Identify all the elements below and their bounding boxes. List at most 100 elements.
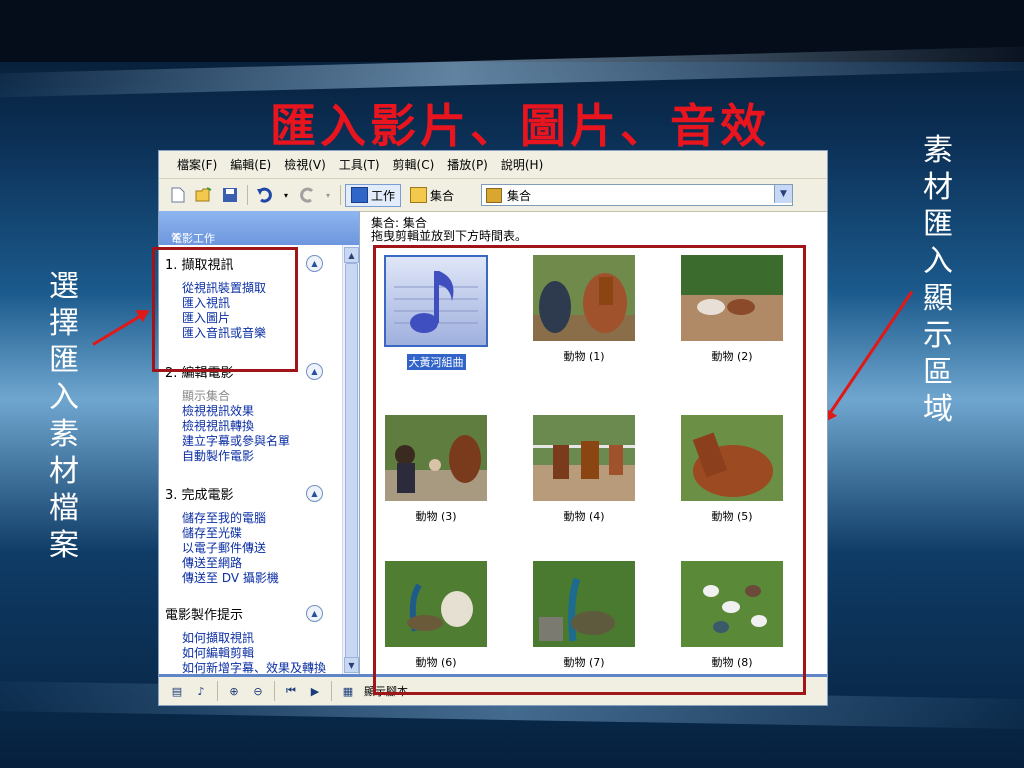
clip-thumbnail bbox=[533, 255, 635, 341]
link-import-pictures[interactable]: 匯入圖片 bbox=[182, 311, 335, 326]
timeline-icon[interactable]: ▤ bbox=[170, 684, 184, 698]
undo-dropdown-icon[interactable]: ▾ bbox=[282, 186, 290, 204]
new-file-icon[interactable] bbox=[169, 186, 187, 204]
movie-maker-window: 檔案(F) 編輯(E) 檢視(V) 工具(T) 剪輯(C) 播放(P) 說明(H… bbox=[158, 150, 828, 706]
chevron-up-icon[interactable]: ▲ bbox=[306, 604, 323, 622]
chevron-up-icon[interactable]: ▲ bbox=[306, 254, 323, 272]
menu-help[interactable]: 說明(H) bbox=[501, 156, 543, 173]
toolbar-divider bbox=[340, 185, 341, 205]
collection-select[interactable]: 集合 ▼ bbox=[481, 184, 793, 206]
clip-thumbnail bbox=[681, 415, 783, 501]
movie-tasks-pane: 電影工作 × 1. 擷取視訊 ▲ 從視訊裝置擷取 匯入視訊 匯入圖片 匯入音訊或音… bbox=[159, 211, 360, 675]
undo-icon[interactable] bbox=[256, 186, 274, 204]
collection-hint: 拖曳剪輯並放到下方時間表。 bbox=[371, 229, 528, 243]
link-automovie[interactable]: 自動製作電影 bbox=[182, 449, 335, 464]
show-storyboard-button[interactable]: 顯示腳本 bbox=[364, 683, 408, 699]
scroll-down-icon[interactable]: ▼ bbox=[344, 657, 359, 673]
menu-play[interactable]: 播放(P) bbox=[447, 156, 488, 173]
play-icon[interactable]: ▶ bbox=[308, 684, 322, 698]
section-edit: 2. 編輯電影 ▲ 顯示集合 檢視視訊效果 檢視視訊轉換 建立字幕或參與名單 自動… bbox=[165, 361, 335, 464]
link-save-computer[interactable]: 儲存至我的電腦 bbox=[182, 511, 335, 526]
close-icon[interactable]: × bbox=[171, 229, 349, 243]
scroll-up-icon[interactable]: ▲ bbox=[344, 247, 359, 263]
section-tips: 電影製作提示 ▲ 如何擷取視訊 如何編輯剪輯 如何新增字幕、效果及轉換 bbox=[165, 603, 335, 675]
audio-clip-thumbnail bbox=[384, 255, 488, 347]
clip-thumbnail bbox=[533, 415, 635, 501]
clip-item[interactable]: 動物 (1) bbox=[529, 255, 639, 364]
link-how-edit[interactable]: 如何編輯剪輯 bbox=[182, 646, 335, 661]
zoom-in-icon[interactable]: ⊕ bbox=[227, 684, 241, 698]
section-title: 2. 編輯電影 bbox=[165, 365, 234, 381]
left-annotation: 選擇匯入素材檔案 bbox=[49, 269, 79, 563]
toolbar: ▾ ▾ 工作 集合 集合 ▼ bbox=[159, 179, 827, 212]
menu-bar: 檔案(F) 編輯(E) 檢視(V) 工具(T) 剪輯(C) 播放(P) 說明(H… bbox=[159, 151, 827, 179]
storyboard-bar: ▤ ♪ ⊕ ⊖ ⏮ ▶ ▦ 顯示腳本 bbox=[159, 674, 827, 705]
clip-label: 動物 (6) bbox=[415, 656, 457, 669]
menu-clip[interactable]: 剪輯(C) bbox=[393, 156, 435, 173]
link-send-email[interactable]: 以電子郵件傳送 bbox=[182, 541, 335, 556]
right-annotation: 素材匯入顯示區域 bbox=[923, 133, 953, 427]
collection-icon bbox=[486, 187, 502, 203]
section-title: 電影製作提示 bbox=[165, 607, 244, 623]
clip-label: 動物 (3) bbox=[415, 510, 457, 523]
open-folder-icon[interactable] bbox=[195, 186, 213, 204]
clip-item[interactable]: 動物 (7) bbox=[529, 561, 639, 670]
link-how-add-titles[interactable]: 如何新增字幕、效果及轉換 bbox=[182, 661, 335, 675]
chevron-down-icon[interactable]: ▼ bbox=[774, 185, 792, 203]
clip-thumbnail bbox=[533, 561, 635, 647]
clip-thumbnail bbox=[385, 561, 487, 647]
section-title: 3. 完成電影 bbox=[165, 487, 234, 503]
link-send-web[interactable]: 傳送至網路 bbox=[182, 556, 335, 571]
rewind-icon[interactable]: ⏮ bbox=[284, 684, 298, 698]
clip-label: 動物 (1) bbox=[563, 350, 605, 363]
clip-thumbnail bbox=[681, 561, 783, 647]
menu-tools[interactable]: 工具(T) bbox=[339, 156, 380, 173]
collections-button[interactable]: 集合 bbox=[404, 184, 460, 207]
zoom-out-icon[interactable]: ⊖ bbox=[251, 684, 265, 698]
toolbar-divider bbox=[247, 185, 248, 205]
set-audio-icon[interactable]: ♪ bbox=[194, 684, 208, 698]
clip-item[interactable]: 動物 (2) bbox=[677, 255, 787, 364]
clip-thumbnail bbox=[385, 415, 487, 501]
tasks-button[interactable]: 工作 bbox=[345, 183, 402, 207]
clip-item[interactable]: 大黃河組曲 bbox=[381, 255, 491, 370]
redo-dropdown-icon[interactable]: ▾ bbox=[324, 186, 332, 204]
chevron-up-icon[interactable]: ▲ bbox=[306, 362, 323, 380]
menu-view[interactable]: 檢視(V) bbox=[284, 156, 326, 173]
link-import-video[interactable]: 匯入視訊 bbox=[182, 296, 335, 311]
clip-item[interactable]: 動物 (6) bbox=[381, 561, 491, 670]
clip-item[interactable]: 動物 (5) bbox=[677, 415, 787, 524]
clip-item[interactable]: 動物 (8) bbox=[677, 561, 787, 670]
clip-item[interactable]: 動物 (3) bbox=[381, 415, 491, 524]
link-how-capture[interactable]: 如何擷取視訊 bbox=[182, 631, 335, 646]
link-video-effects[interactable]: 檢視視訊效果 bbox=[182, 404, 335, 419]
toolbar-divider bbox=[331, 681, 332, 701]
clip-label: 大黃河組曲 bbox=[406, 354, 466, 370]
clip-label: 動物 (8) bbox=[711, 656, 753, 669]
clip-thumbnail bbox=[681, 255, 783, 341]
link-titles-credits[interactable]: 建立字幕或參與名單 bbox=[182, 434, 335, 449]
link-show-collections[interactable]: 顯示集合 bbox=[182, 389, 335, 404]
link-capture-device[interactable]: 從視訊裝置擷取 bbox=[182, 281, 335, 296]
clip-label: 動物 (5) bbox=[711, 510, 753, 523]
link-save-cd[interactable]: 儲存至光碟 bbox=[182, 526, 335, 541]
scroll-thumb[interactable] bbox=[345, 263, 358, 665]
link-video-transitions[interactable]: 檢視視訊轉換 bbox=[182, 419, 335, 434]
save-icon[interactable] bbox=[221, 186, 239, 204]
tasks-icon bbox=[351, 187, 368, 203]
task-pane-scrollbar[interactable]: ▲ ▼ bbox=[342, 245, 359, 675]
storyboard-icon[interactable]: ▦ bbox=[341, 684, 355, 698]
link-import-audio[interactable]: 匯入音訊或音樂 bbox=[182, 326, 335, 341]
chevron-up-icon[interactable]: ▲ bbox=[306, 484, 323, 502]
toolbar-divider bbox=[217, 681, 218, 701]
section-capture: 1. 擷取視訊 ▲ 從視訊裝置擷取 匯入視訊 匯入圖片 匯入音訊或音樂 bbox=[165, 253, 335, 341]
redo-icon[interactable] bbox=[298, 186, 316, 204]
section-finish: 3. 完成電影 ▲ 儲存至我的電腦 儲存至光碟 以電子郵件傳送 傳送至網路 傳送至… bbox=[165, 483, 335, 586]
menu-edit[interactable]: 編輯(E) bbox=[230, 156, 271, 173]
clip-label: 動物 (4) bbox=[563, 510, 605, 523]
link-send-dv[interactable]: 傳送至 DV 攝影機 bbox=[182, 571, 335, 586]
music-note-icon bbox=[386, 257, 486, 345]
task-pane-header: 電影工作 × bbox=[159, 211, 359, 245]
clip-item[interactable]: 動物 (4) bbox=[529, 415, 639, 524]
menu-file[interactable]: 檔案(F) bbox=[177, 156, 217, 173]
